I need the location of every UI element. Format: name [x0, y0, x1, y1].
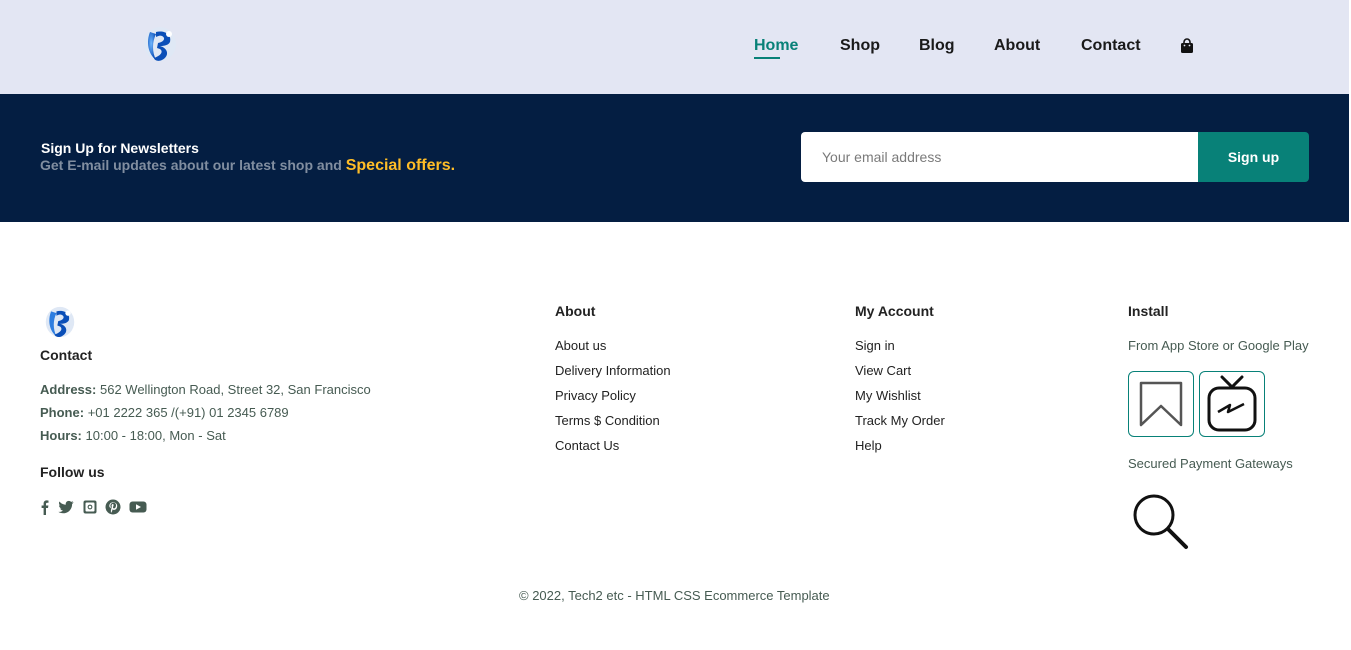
hours-label: Hours:: [40, 428, 82, 443]
install-heading: Install: [1128, 303, 1169, 319]
email-input[interactable]: [801, 132, 1199, 182]
contact-hours: Hours: 10:00 - 18:00, Mon - Sat: [40, 428, 226, 443]
nav-blog[interactable]: Blog: [919, 37, 955, 55]
address-value: 562 Wellington Road, Street 32, San Fran…: [99, 382, 371, 397]
nav-about[interactable]: About: [994, 37, 1040, 55]
account-link-view-cart[interactable]: View Cart: [855, 363, 911, 378]
newsletter-highlight: Special offers.: [345, 157, 456, 174]
site-header: Home Shop Blog About Contact: [0, 0, 1349, 94]
youtube-icon[interactable]: [129, 499, 147, 515]
newsletter-section: Sign Up for Newsletters Get E-mail updat…: [0, 94, 1349, 222]
app-store-button[interactable]: [1128, 371, 1194, 437]
nav-home[interactable]: Home: [754, 37, 798, 55]
phone-value: +01 2222 365 /(+91) 01 2345 6789: [87, 405, 289, 420]
contact-phone: Phone: +01 2222 365 /(+91) 01 2345 6789: [40, 405, 289, 420]
facebook-icon[interactable]: [37, 499, 53, 515]
nav-active-underline: [754, 57, 780, 59]
about-link-privacy[interactable]: Privacy Policy: [555, 388, 636, 403]
newsletter-subtitle: Get E-mail updates about our latest shop…: [40, 157, 455, 175]
account-link-wishlist[interactable]: My Wishlist: [855, 388, 921, 403]
brand-logo[interactable]: [142, 24, 178, 64]
newsletter-title: Sign Up for Newsletters: [41, 140, 199, 156]
shopping-bag-icon[interactable]: [1180, 38, 1194, 54]
footer-brand-logo[interactable]: [44, 304, 76, 340]
payment-text: Secured Payment Gateways: [1128, 456, 1293, 471]
newsletter-subtitle-text: Get E-mail updates about our latest shop…: [40, 157, 342, 173]
account-link-sign-in[interactable]: Sign in: [855, 338, 895, 353]
account-heading: My Account: [855, 303, 934, 319]
follow-heading: Follow us: [40, 464, 105, 480]
twitter-icon[interactable]: [58, 499, 74, 515]
contact-address: Address: 562 Wellington Road, Street 32,…: [40, 382, 371, 397]
pinterest-icon[interactable]: [105, 499, 121, 515]
phone-label: Phone:: [40, 405, 85, 420]
about-heading: About: [555, 303, 596, 319]
copyright-text: © 2022, Tech2 etc - HTML CSS Ecommerce T…: [519, 588, 830, 603]
account-link-help[interactable]: Help: [855, 438, 882, 453]
about-link-contact[interactable]: Contact Us: [555, 438, 619, 453]
address-label: Address:: [40, 382, 97, 397]
about-link-delivery[interactable]: Delivery Information: [555, 363, 671, 378]
nav-contact[interactable]: Contact: [1081, 37, 1141, 55]
google-play-button[interactable]: [1199, 371, 1265, 437]
install-app-text: From App Store or Google Play: [1128, 338, 1309, 353]
signup-button[interactable]: Sign up: [1198, 132, 1309, 182]
instagram-icon[interactable]: [82, 499, 98, 515]
nav-shop[interactable]: Shop: [840, 37, 880, 55]
account-link-track-order[interactable]: Track My Order: [855, 413, 945, 428]
contact-heading: Contact: [40, 347, 93, 363]
bookmark-icon: [1139, 381, 1183, 427]
about-link-about-us[interactable]: About us: [555, 338, 606, 353]
igtv-icon: [1207, 375, 1257, 432]
hours-value: 10:00 - 18:00, Mon - Sat: [85, 428, 226, 443]
search-icon: [1133, 494, 1188, 549]
about-link-terms[interactable]: Terms $ Condition: [555, 413, 660, 428]
